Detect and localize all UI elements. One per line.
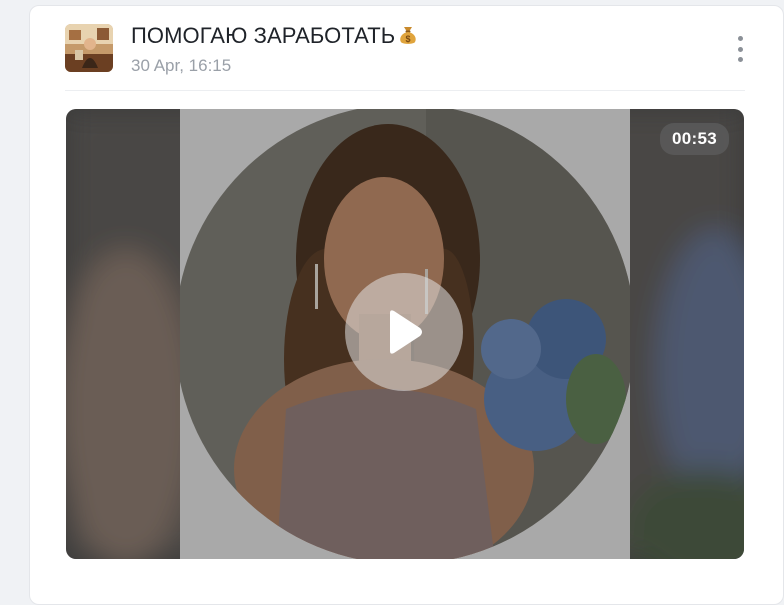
channel-name-text: ПОМОГАЮ ЗАРАБОТАТЬ [131,23,396,48]
video-duration-badge: 00:53 [660,123,729,155]
more-vertical-icon-dot [737,57,743,62]
play-button[interactable] [345,273,463,391]
header-divider [65,90,745,91]
play-icon [390,310,422,354]
channel-avatar[interactable] [65,24,113,72]
money-bag-icon: $ [397,24,419,52]
channel-name[interactable]: ПОМОГАЮ ЗАРАБОТАТЬ $ [131,23,419,52]
video-player[interactable]: 00:53 [66,109,744,559]
post-date: 30 Apr, 16:15 [131,56,232,75]
post-card: ПОМОГАЮ ЗАРАБОТАТЬ $ 30 Apr, 16:15 00:53 [29,5,784,605]
svg-text:$: $ [406,34,411,44]
avatar-image [65,24,113,72]
more-vertical-icon-dot [737,46,743,52]
more-vertical-icon-dot [737,36,743,41]
more-options-button[interactable] [730,36,750,62]
